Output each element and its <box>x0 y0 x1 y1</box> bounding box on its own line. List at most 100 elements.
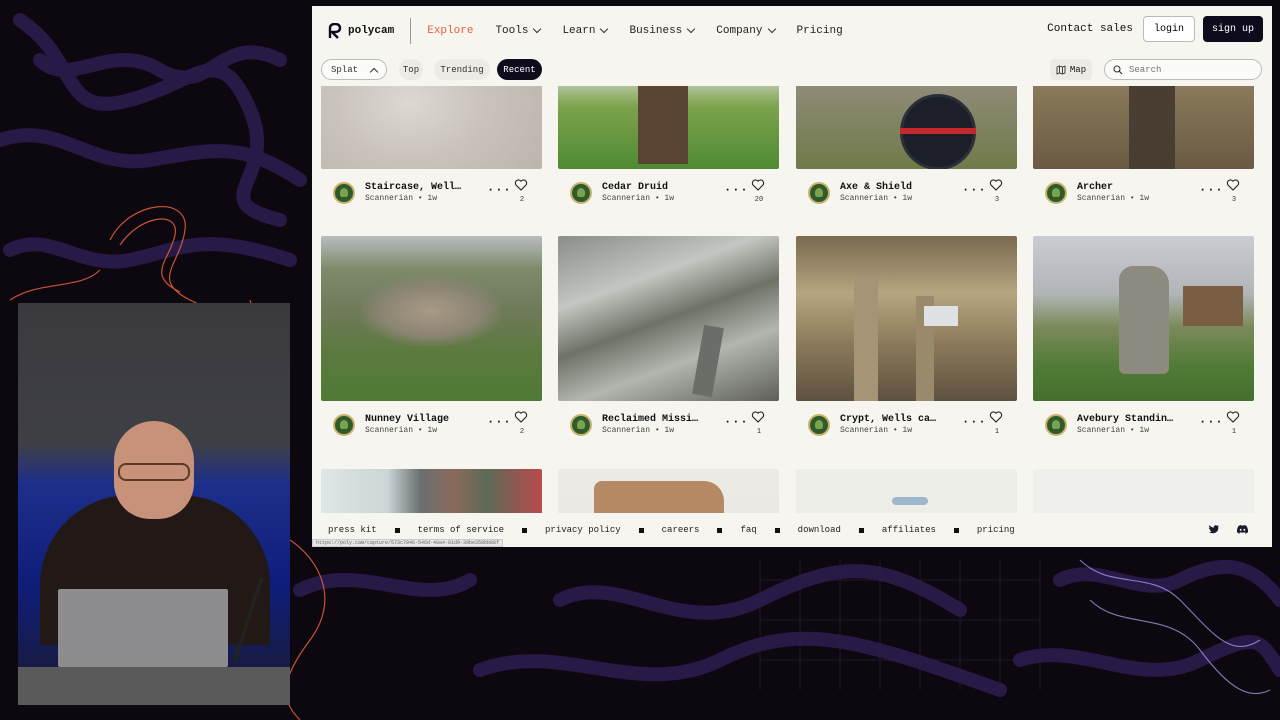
avatar[interactable] <box>333 414 355 436</box>
login-button[interactable]: login <box>1142 16 1195 42</box>
card-age: 1w <box>427 426 438 435</box>
heart-icon[interactable] <box>989 178 1003 192</box>
footer-separator <box>953 527 959 533</box>
capture-thumbnail[interactable] <box>558 236 779 401</box>
search-icon <box>1113 64 1123 74</box>
capture-thumbnail[interactable] <box>321 469 542 513</box>
avatar[interactable] <box>570 414 592 436</box>
capture-card[interactable] <box>321 469 542 513</box>
heart-icon[interactable] <box>1226 410 1240 424</box>
footer-link-faq[interactable]: faq <box>740 525 756 535</box>
heart-icon[interactable] <box>989 410 1003 424</box>
card-title[interactable]: Nunney Village <box>365 414 449 425</box>
more-options-icon[interactable]: ··· <box>487 183 512 197</box>
heart-icon[interactable] <box>514 410 528 424</box>
capture-thumbnail[interactable] <box>1033 86 1254 169</box>
chevron-down-icon <box>533 24 542 34</box>
footer-link-press-kit[interactable]: press kit <box>328 525 377 535</box>
more-options-icon[interactable]: ··· <box>1199 415 1224 429</box>
card-author[interactable]: Scannerian <box>1077 426 1125 435</box>
capture-card[interactable] <box>796 469 1017 513</box>
avatar[interactable] <box>808 182 830 204</box>
twitter-icon[interactable] <box>1209 525 1219 534</box>
discord-icon[interactable] <box>1237 525 1248 534</box>
avatar[interactable] <box>1045 414 1067 436</box>
capture-thumbnail[interactable] <box>558 469 779 513</box>
capture-thumbnail[interactable] <box>796 236 1017 401</box>
footer-link-privacy[interactable]: privacy policy <box>545 525 621 535</box>
footer-link-download[interactable]: download <box>798 525 841 535</box>
nav-explore[interactable]: Explore <box>427 25 473 37</box>
card-author[interactable]: Scannerian <box>602 194 650 203</box>
nav-business[interactable]: Business <box>629 24 696 37</box>
capture-card[interactable]: Cedar Druid Scannerian • 1w ··· 20 <box>558 86 779 217</box>
avatar[interactable] <box>1045 182 1067 204</box>
heart-icon[interactable] <box>514 178 528 192</box>
card-author[interactable]: Scannerian <box>840 194 888 203</box>
type-select[interactable]: Splat <box>321 59 387 80</box>
capture-thumbnail[interactable] <box>1033 236 1254 401</box>
more-options-icon[interactable]: ··· <box>487 415 512 429</box>
capture-thumbnail[interactable] <box>321 86 542 169</box>
card-title[interactable]: Crypt, Wells ca… <box>840 414 936 425</box>
tab-top[interactable]: Top <box>399 59 423 80</box>
capture-card[interactable] <box>558 469 779 513</box>
brand-logo[interactable]: polycam <box>328 23 394 39</box>
capture-thumbnail[interactable] <box>796 469 1017 513</box>
card-author[interactable]: Scannerian <box>602 426 650 435</box>
card-author[interactable]: Scannerian <box>1077 194 1125 203</box>
more-options-icon[interactable]: ··· <box>962 415 987 429</box>
card-author[interactable]: Scannerian <box>840 426 888 435</box>
heart-icon[interactable] <box>751 410 765 424</box>
card-title[interactable]: Archer <box>1077 182 1113 193</box>
card-title[interactable]: Reclaimed Missi… <box>602 414 698 425</box>
avatar[interactable] <box>333 182 355 204</box>
capture-thumbnail[interactable] <box>558 86 779 169</box>
card-title[interactable]: Cedar Druid <box>602 182 668 193</box>
more-options-icon[interactable]: ··· <box>962 183 987 197</box>
avatar[interactable] <box>808 414 830 436</box>
nav-company[interactable]: Company <box>716 24 776 37</box>
map-button[interactable]: Map <box>1050 59 1092 80</box>
heart-icon[interactable] <box>1226 178 1240 192</box>
card-title[interactable]: Staircase, Well… <box>365 182 461 193</box>
capture-card[interactable] <box>1033 469 1254 513</box>
nav-learn[interactable]: Learn <box>562 24 609 37</box>
footer-link-careers[interactable]: careers <box>662 525 700 535</box>
capture-thumbnail[interactable] <box>321 236 542 401</box>
search-box[interactable] <box>1104 59 1262 80</box>
like-count: 3 <box>1231 196 1237 204</box>
capture-card[interactable]: Reclaimed Missi… Scannerian • 1w ··· 1 <box>558 236 779 449</box>
heart-icon[interactable] <box>751 178 765 192</box>
capture-card[interactable]: Staircase, Well… Scannerian • 1w ··· 2 <box>321 86 542 217</box>
nav-tools[interactable]: Tools <box>495 24 542 37</box>
more-options-icon[interactable]: ··· <box>724 415 749 429</box>
card-title[interactable]: Avebury Standin… <box>1077 414 1173 425</box>
contact-sales-link[interactable]: Contact sales <box>1047 23 1133 35</box>
capture-thumbnail[interactable] <box>796 86 1017 169</box>
card-age: 1w <box>664 194 675 203</box>
card-author[interactable]: Scannerian <box>365 194 413 203</box>
footer-link-affiliates[interactable]: affiliates <box>882 525 936 535</box>
signup-button[interactable]: sign up <box>1202 16 1263 42</box>
more-options-icon[interactable]: ··· <box>724 183 749 197</box>
footer-link-pricing[interactable]: pricing <box>977 525 1015 535</box>
search-input[interactable] <box>1129 64 1249 75</box>
tab-recent[interactable]: Recent <box>497 59 542 80</box>
capture-card[interactable]: Nunney Village Scannerian • 1w ··· 2 <box>321 236 542 449</box>
capture-card[interactable]: Axe & Shield Scannerian • 1w ··· 3 <box>796 86 1017 217</box>
capture-card[interactable]: Archer Scannerian • 1w ··· 3 <box>1033 86 1254 217</box>
card-age: 1w <box>1139 194 1150 203</box>
card-subtitle: Scannerian • 1w <box>602 194 675 203</box>
avatar[interactable] <box>570 182 592 204</box>
card-title[interactable]: Axe & Shield <box>840 182 912 193</box>
capture-thumbnail[interactable] <box>1033 469 1254 513</box>
capture-card[interactable]: Crypt, Wells ca… Scannerian • 1w ··· 1 <box>796 236 1017 449</box>
card-author[interactable]: Scannerian <box>365 426 413 435</box>
card-meta: Cedar Druid Scannerian • 1w ··· 20 <box>558 177 779 217</box>
capture-card[interactable]: Avebury Standin… Scannerian • 1w ··· 1 <box>1033 236 1254 449</box>
footer-link-terms[interactable]: terms of service <box>418 525 504 535</box>
nav-pricing[interactable]: Pricing <box>797 25 843 37</box>
more-options-icon[interactable]: ··· <box>1199 183 1224 197</box>
tab-trending[interactable]: Trending <box>434 59 490 80</box>
